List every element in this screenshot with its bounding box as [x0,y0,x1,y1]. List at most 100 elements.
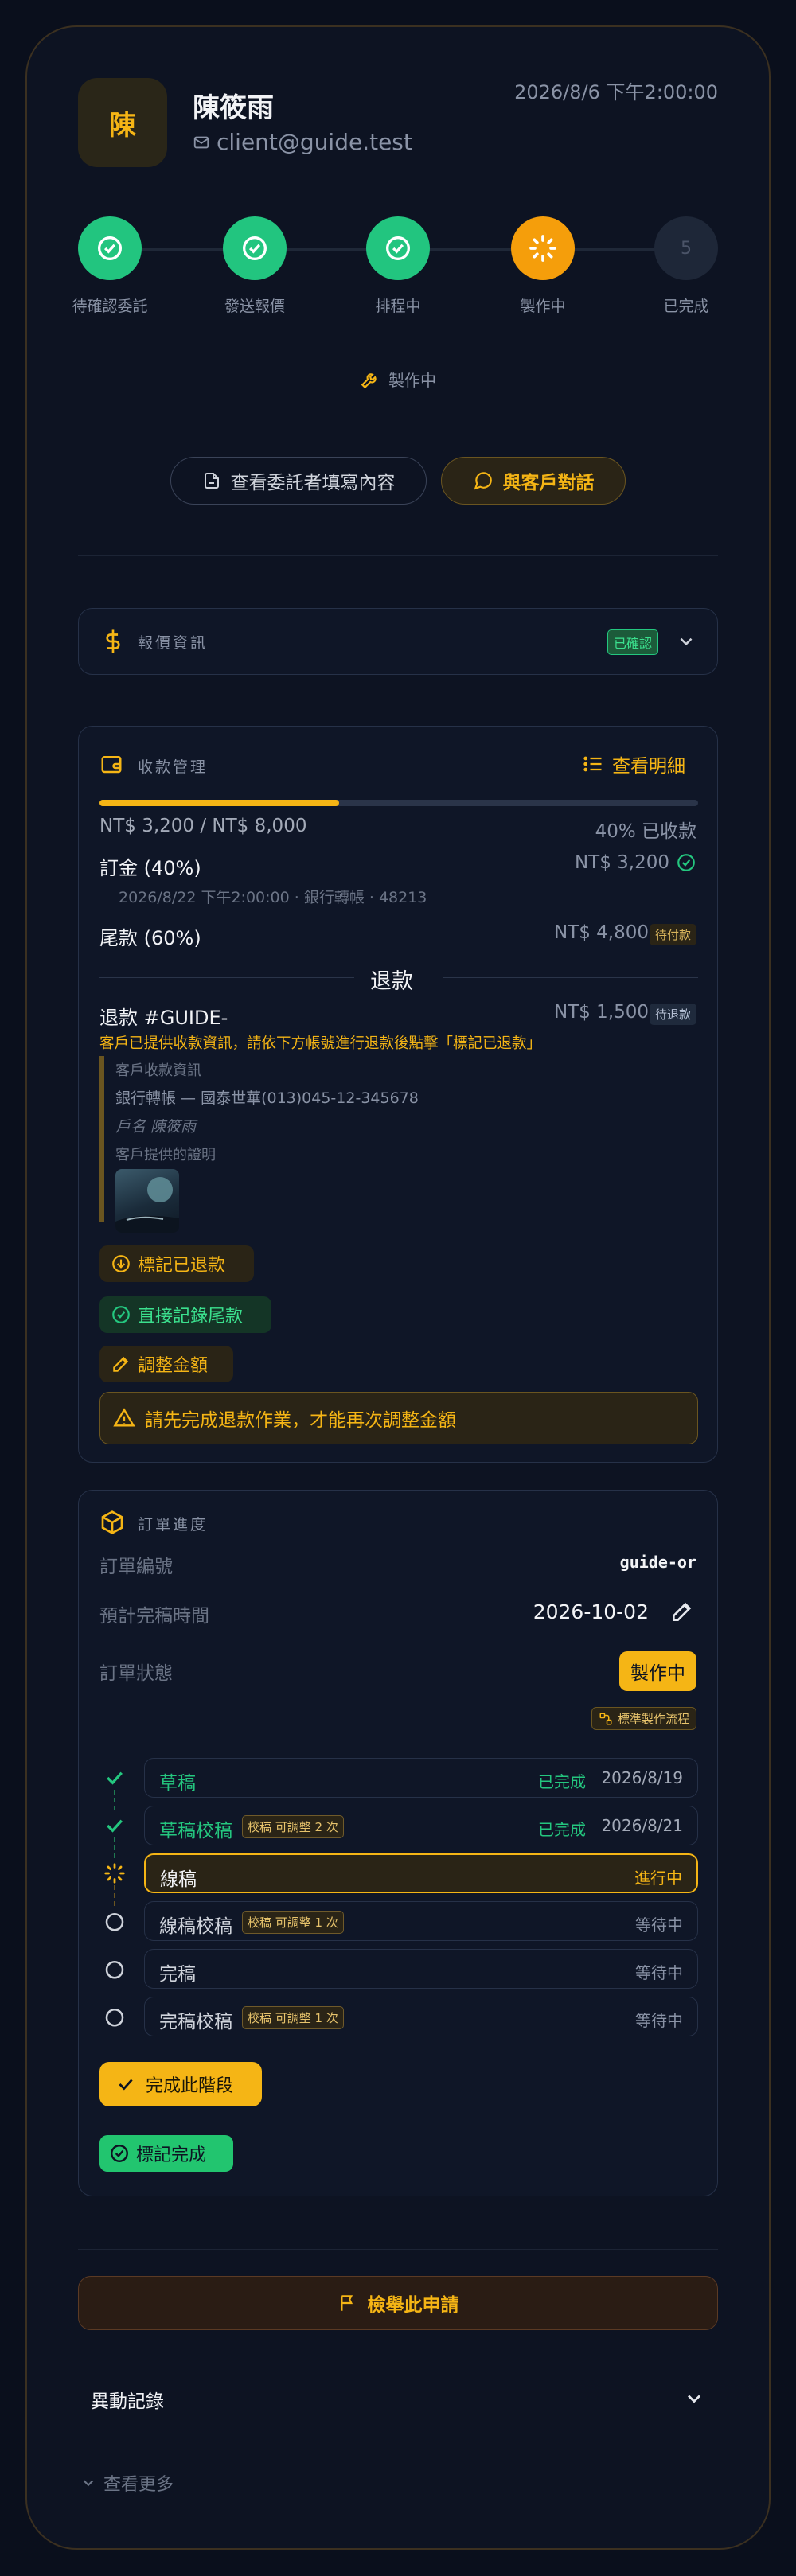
package-icon [100,1510,125,1535]
chevron-down-icon[interactable] [683,2387,705,2410]
current-stage-label: 製作中 [388,371,436,390]
circle-icon [103,1909,127,1933]
report-label: 檢舉此申請 [367,2295,459,2316]
balance-status-badge: 待付款 [649,924,696,945]
payment-progress-track [100,800,698,806]
eta-value: 2026-10-02 [533,1600,649,1623]
stage-card-6[interactable]: 完稿校稿 校稿 可調整 1 次 等待中 [144,1997,698,2036]
report-button[interactable]: 檢舉此申請 [78,2276,718,2330]
mark-refunded-label: 標記已退款 [138,1256,226,1276]
divider [78,2249,718,2250]
current-stage-row: 製作中 [0,368,796,391]
check-circle-icon [676,852,696,873]
refund-divider-label: 退款 [370,969,413,994]
workflow-icon [599,1712,613,1726]
view-details-label: 查看明細 [612,756,685,777]
loader-icon [527,232,559,264]
history-title: 異動記錄 [91,2391,164,2412]
record-balance-label: 直接記錄尾款 [138,1307,244,1327]
deposit-amount-row: NT$ 3,200 [575,852,696,873]
arrow-down-circle-icon [111,1253,131,1274]
order-id-value: guide-or [619,1553,696,1572]
stage-status: 等待中 [635,1963,683,1982]
amount-summary: NT$ 3,200 / NT$ 8,000 [100,816,307,836]
quote-title: 報價資訊 [138,634,209,652]
see-more-link[interactable]: 查看更多 [80,2470,174,2496]
flag-icon [338,2293,358,2313]
payment-title: 收款管理 [138,758,209,776]
dollar-icon [101,628,125,655]
stage-name: 完稿 [159,1964,196,1985]
order-title: 訂單進度 [138,1516,209,1534]
record-balance-button[interactable]: 直接記錄尾款 [100,1296,271,1333]
refund-bank-account: 銀行轉帳 — 國泰世華(013)045-12-345678 [115,1089,419,1107]
stage-name: 草稿校稿 [159,1821,232,1841]
step-2-circle [223,216,287,280]
refund-proof-thumbnail[interactable] [115,1169,179,1233]
deposit-label: 訂金 (40%) [100,857,201,879]
refund-account-holder: 戶名 陳筱雨 [115,1118,197,1136]
stage-card-5[interactable]: 完稿 等待中 [144,1949,698,1989]
refund-notice: 客戶已提供收款資訊，請依下方帳號進行退款後點擊「標記已退款」 [100,1035,542,1052]
circle-icon [103,1957,127,1981]
step-1-label: 待確認委託 [72,298,148,315]
stage-name: 草稿 [159,1773,196,1794]
refund-info-title: 客戶收款資訊 [115,1062,201,1079]
view-form-button[interactable]: 查看委託者填寫內容 [170,457,427,505]
check-circle-icon [111,1304,131,1325]
list-icon [582,753,604,775]
revision-badge: 校稿 可調整 2 次 [242,1815,344,1838]
stage-date: 2026/8/19 [601,1768,683,1787]
revision-badge: 校稿 可調整 1 次 [242,2006,344,2029]
check-circle-icon [382,232,414,264]
adjust-amount-label: 調整金額 [138,1356,209,1376]
chat-label: 與客戶對話 [502,473,595,493]
stage-card-2[interactable]: 草稿校稿 校稿 可調整 2 次 已完成 2026/8/21 [144,1806,698,1845]
complete-stage-button[interactable]: 完成此階段 [100,2062,262,2106]
warning-triangle-icon [113,1407,135,1429]
see-more-label: 查看更多 [103,2475,174,2495]
adjust-amount-button[interactable]: 調整金額 [100,1346,233,1382]
stage-card-4[interactable]: 線稿校稿 校稿 可調整 1 次 等待中 [144,1901,698,1941]
step-3-label: 排程中 [375,298,421,315]
wallet-icon [100,752,123,776]
chat-with-client-button[interactable]: 與客戶對話 [441,457,626,505]
workflow-tag[interactable]: 標準製作流程 [591,1707,696,1730]
order-section: 訂單進度 訂單編號 guide-or 預計完稿時間 2026-10-02 訂單狀… [78,1490,718,2196]
history-header[interactable]: 異動記錄 [78,2376,718,2421]
stage-card-3[interactable]: 線稿 進行中 [144,1853,698,1893]
step-5-circle: 5 [654,216,718,280]
deposit-meta: 2026/8/22 下午2:00:00 · 銀行轉帳 · 48213 [119,889,427,906]
chevron-down-icon[interactable] [676,631,696,652]
stage-date: 2026/8/21 [601,1816,683,1835]
chat-bubble-icon [473,470,494,491]
quote-status-badge: 已確認 [607,629,658,655]
stage-name: 線稿校稿 [159,1916,232,1937]
mark-complete-button[interactable]: 標記完成 [100,2135,233,2172]
view-details-link[interactable]: 查看明細 [582,750,685,777]
timeline-connector [114,1837,115,1858]
check-icon [103,1766,127,1790]
quote-section[interactable]: 報價資訊 已確認 [78,608,718,675]
view-form-label: 查看委託者填寫內容 [230,473,396,493]
mark-refunded-button[interactable]: 標記已退款 [100,1245,254,1282]
stage-card-1[interactable]: 草稿 已完成 2026/8/19 [144,1758,698,1798]
document-icon [202,471,221,490]
mark-complete-label: 標記完成 [136,2145,207,2165]
timeline-connector [114,1885,115,1906]
refund-info-box [100,1056,104,1222]
refund-divider-line-left [100,977,354,978]
loader-icon [103,1861,127,1885]
check-circle-icon [239,232,271,264]
refund-status-badge: 待退款 [649,1004,696,1025]
step-4-circle [511,216,575,280]
order-status-label: 訂單狀態 [100,1663,173,1684]
deposit-amount: NT$ 3,200 [574,852,669,873]
step-3-circle [366,216,430,280]
check-icon [115,2074,136,2095]
chevron-down-icon [80,2474,97,2492]
order-id-label: 訂單編號 [100,1557,173,1577]
edit-pencil-icon[interactable] [669,1599,695,1624]
balance-amount: NT$ 4,800 [553,922,649,943]
eta-label: 預計完稿時間 [100,1606,209,1627]
